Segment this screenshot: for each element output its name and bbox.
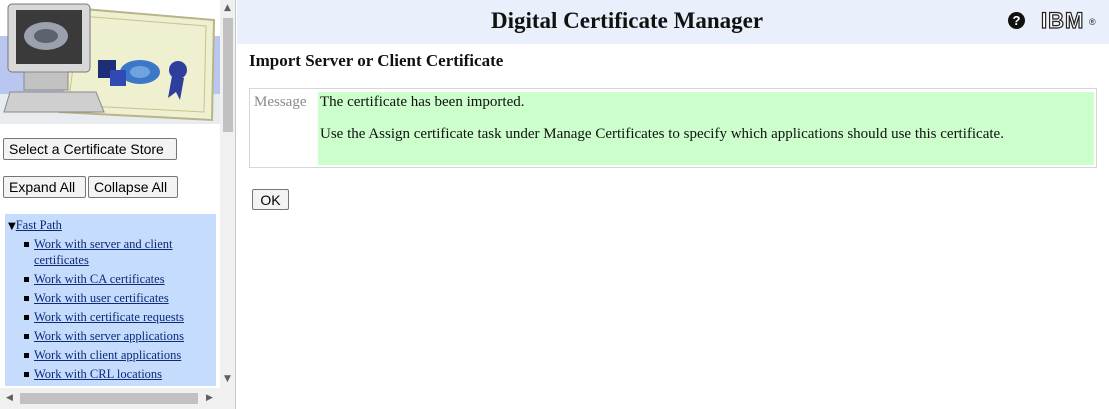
list-item: Work with server and client certificates — [24, 236, 216, 268]
message-label: Message — [254, 94, 307, 110]
task-link-certificate-requests[interactable]: Work with certificate requests — [34, 310, 184, 324]
task-link-server-client-certificates[interactable]: Work with server and client certificates — [34, 237, 173, 267]
vertical-scrollbar-thumb[interactable] — [223, 18, 233, 132]
message-line-assign-instructions: Use the Assign certificate task under Ma… — [320, 126, 1004, 142]
scroll-right-arrow-icon[interactable]: ▶ — [206, 393, 213, 403]
message-body: The certificate has been imported. Use t… — [318, 92, 1094, 165]
fast-path-section: ▼Fast Path — [8, 218, 62, 233]
list-item: Work with CRL locations — [24, 366, 216, 382]
scroll-up-arrow-icon[interactable]: ▲ — [224, 3, 231, 13]
task-link-ca-certificates[interactable]: Work with CA certificates — [34, 272, 165, 286]
page-title: Import Server or Client Certificate — [249, 51, 504, 70]
navigation-frame: Select a Certificate Store Expand All Co… — [0, 0, 236, 409]
scroll-left-arrow-icon[interactable]: ◀ — [6, 393, 13, 403]
help-icon[interactable]: ? — [1008, 12, 1025, 29]
message-line-imported: The certificate has been imported. — [320, 94, 525, 110]
list-item: Work with certificate requests — [24, 309, 216, 325]
app-title: Digital Certificate Manager — [490, 8, 764, 33]
select-certificate-store-button[interactable]: Select a Certificate Store — [3, 138, 177, 160]
task-link-client-applications[interactable]: Work with client applications — [34, 348, 181, 362]
fast-path-link[interactable]: Fast Path — [16, 218, 62, 232]
list-item: Work with CA certificates — [24, 271, 216, 287]
horizontal-scrollbar-thumb[interactable] — [20, 393, 198, 404]
scroll-down-arrow-icon[interactable]: ▼ — [224, 374, 231, 384]
ok-button[interactable]: OK — [252, 189, 289, 210]
registered-mark: ® — [1089, 17, 1096, 27]
task-link-crl-locations[interactable]: Work with CRL locations — [34, 367, 162, 381]
list-item: Work with server applications — [24, 328, 216, 344]
task-list: Work with server and client certificates… — [24, 236, 216, 385]
task-link-user-certificates[interactable]: Work with user certificates — [34, 291, 169, 305]
list-item: Work with user certificates — [24, 290, 216, 306]
certificate-illustration-svg — [0, 3, 220, 124]
ibm-logo: IBM — [1040, 7, 1085, 33]
vertical-scrollbar[interactable]: ▲ ▼ — [220, 0, 235, 388]
header-bar: Digital Certificate Manager ? IBM ® — [237, 0, 1109, 44]
horizontal-scrollbar[interactable]: ◀ ▶ — [0, 388, 235, 409]
list-item: Work with client applications — [24, 347, 216, 363]
certificate-illustration — [0, 0, 220, 124]
message-box: Message The certificate has been importe… — [249, 88, 1097, 168]
collapse-all-button[interactable]: Collapse All — [88, 176, 178, 198]
expand-all-button[interactable]: Expand All — [3, 176, 86, 198]
task-link-server-applications[interactable]: Work with server applications — [34, 329, 184, 343]
expand-triangle-icon[interactable]: ▼ — [8, 221, 16, 232]
